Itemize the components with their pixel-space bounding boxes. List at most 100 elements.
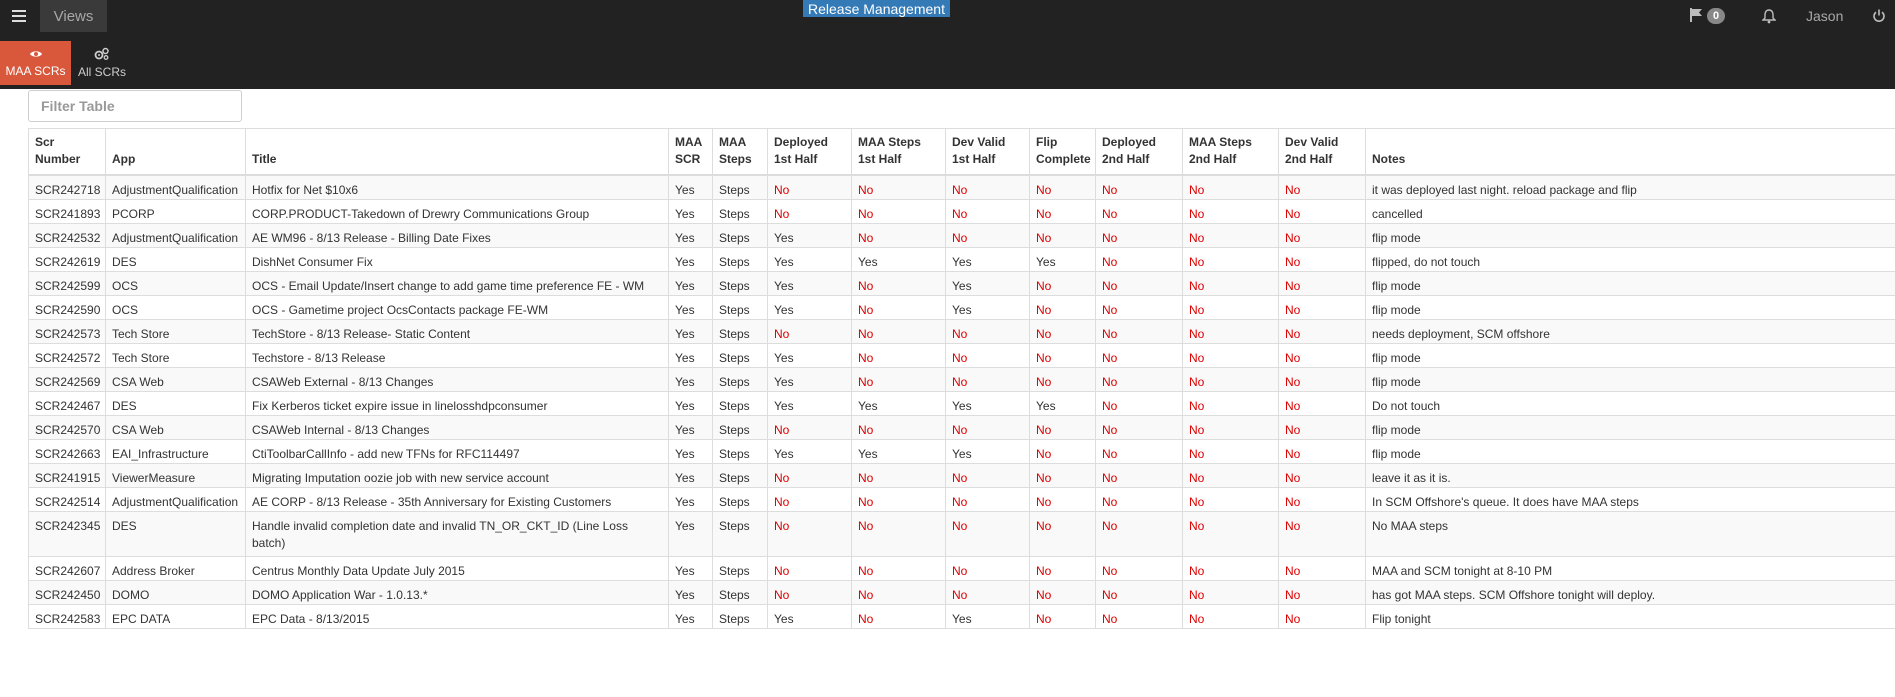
table-cell: Yes [945, 439, 1030, 464]
table-row[interactable]: SCR242718 AdjustmentQualification Hotfix f… [28, 174, 1895, 200]
table-cell: flipped, do not touch [1365, 247, 1895, 272]
table-cell: SCR242607 [28, 556, 106, 581]
table-row[interactable]: SCR242532 AdjustmentQualification AE WM96 … [28, 223, 1895, 248]
table-cell: No [851, 463, 946, 488]
bell-icon[interactable] [1761, 6, 1777, 26]
table-cell: No [1095, 343, 1183, 368]
table-cell: No [1182, 367, 1279, 392]
table-cell: No [851, 604, 946, 629]
table-row[interactable]: SCR242573 Tech Store TechStore - 8/13 Rele… [28, 319, 1895, 344]
table-cell: Address Broker [105, 556, 246, 581]
hamburger-menu-icon[interactable] [0, 0, 38, 32]
table-row[interactable]: SCR242583 EPC DATA EPC Data - 8/13/2015 Yes… [28, 604, 1895, 629]
table-cell: No [1095, 463, 1183, 488]
table-row[interactable]: SCR242467 DES Fix Kerberos ticket expire i… [28, 391, 1895, 416]
column-header[interactable]: MAA Steps 2nd Half [1182, 128, 1279, 176]
eye-icon [29, 48, 43, 62]
column-header[interactable]: Title [245, 128, 669, 176]
table-cell: Yes [668, 223, 713, 248]
table-cell: Yes [668, 295, 713, 320]
table-row[interactable]: SCR242569 CSA Web CSAWeb External - 8/13 C… [28, 367, 1895, 392]
table-cell: Yes [767, 295, 852, 320]
tab-all-scrs[interactable]: All SCRs [72, 41, 132, 85]
table-cell: No [1278, 174, 1366, 200]
table-cell: OCS - Gametime project OcsContacts packa… [245, 295, 669, 320]
table-cell: Steps [712, 391, 768, 416]
table-cell: No [1278, 319, 1366, 344]
table-cell: No [1095, 415, 1183, 440]
table-cell: No [1182, 319, 1279, 344]
table-cell: EPC DATA [105, 604, 246, 629]
column-header[interactable]: MAA SCR [668, 128, 713, 176]
table-cell: Yes [668, 271, 713, 296]
table-cell: flip mode [1365, 295, 1895, 320]
column-header[interactable]: Notes [1365, 128, 1895, 176]
table-cell: No [851, 343, 946, 368]
column-header[interactable]: Dev Valid 1st Half [945, 128, 1030, 176]
table-cell: No [767, 556, 852, 581]
table-cell: Steps [712, 367, 768, 392]
filter-table-input[interactable] [28, 90, 242, 122]
table-cell: flip mode [1365, 271, 1895, 296]
table-cell: No [1095, 295, 1183, 320]
table-cell: No [945, 199, 1030, 224]
table-cell: SCR242573 [28, 319, 106, 344]
table-cell: Yes [668, 174, 713, 200]
table-cell: SCR242467 [28, 391, 106, 416]
column-header[interactable]: MAA Steps [712, 128, 768, 176]
table-row[interactable]: SCR242570 CSA Web CSAWeb Internal - 8/13 C… [28, 415, 1895, 440]
table-cell: No [1278, 604, 1366, 629]
table-cell: No [1029, 556, 1096, 581]
table-row[interactable]: SCR242572 Tech Store Techstore - 8/13 Rele… [28, 343, 1895, 368]
column-header[interactable]: Scr Number [28, 128, 106, 176]
table-row[interactable]: SCR242619 DES DishNet Consumer Fix Yes Steps… [28, 247, 1895, 272]
table-cell: No [1095, 319, 1183, 344]
table-cell: No [1029, 343, 1096, 368]
column-header[interactable]: Dev Valid 2nd Half [1278, 128, 1366, 176]
table-row[interactable]: SCR242590 OCS OCS - Gametime project OcsCo… [28, 295, 1895, 320]
table-cell: DES [105, 511, 246, 557]
table-row[interactable]: SCR241893 PCORP CORP.PRODUCT-Takedown of D… [28, 199, 1895, 224]
column-header[interactable]: App [105, 128, 246, 176]
views-menu[interactable]: Views [40, 0, 107, 32]
table-cell: No [851, 415, 946, 440]
table-row[interactable]: SCR242345 DES Handle invalid completion da… [28, 511, 1895, 557]
gears-icon [94, 47, 110, 63]
table-cell: SCR242569 [28, 367, 106, 392]
table-cell: OCS [105, 295, 246, 320]
table-cell: No [945, 415, 1030, 440]
flag-notifications[interactable]: 0 [1690, 6, 1725, 26]
table-cell: No [767, 463, 852, 488]
column-header[interactable]: MAA Steps 1st Half [851, 128, 946, 176]
table-cell: Yes [945, 604, 1030, 629]
column-header[interactable]: Flip Complete [1029, 128, 1096, 176]
table-cell: No [1095, 487, 1183, 512]
table-row[interactable]: SCR242663 EAI_Infrastructure CtiToolbarCal… [28, 439, 1895, 464]
user-name[interactable]: Jason [1806, 6, 1843, 26]
table-cell: Centrus Monthly Data Update July 2015 [245, 556, 669, 581]
table-cell: MAA and SCM tonight at 8-10 PM [1365, 556, 1895, 581]
table-cell: Steps [712, 487, 768, 512]
table-row[interactable]: SCR242607 Address Broker Centrus Monthly D… [28, 556, 1895, 581]
table-cell: flip mode [1365, 439, 1895, 464]
table-cell: Yes [668, 604, 713, 629]
table-cell: No [1095, 223, 1183, 248]
table-cell: No [1182, 223, 1279, 248]
column-header[interactable]: Deployed 2nd Half [1095, 128, 1183, 176]
table-cell: No [1278, 463, 1366, 488]
table-row[interactable]: SCR242450 DOMO DOMO Application War - 1.0.… [28, 580, 1895, 605]
table-row[interactable]: SCR242599 OCS OCS - Email Update/Insert ch… [28, 271, 1895, 296]
table-cell: No [1029, 223, 1096, 248]
table-cell: No [1029, 319, 1096, 344]
table-cell: No [1029, 415, 1096, 440]
table-cell: Yes [668, 556, 713, 581]
tab-maa-scrs[interactable]: MAA SCRs [0, 41, 71, 85]
table-cell: Yes [767, 604, 852, 629]
power-icon[interactable] [1871, 6, 1887, 26]
table-cell: No [1278, 391, 1366, 416]
table-cell: No [1278, 415, 1366, 440]
table-row[interactable]: SCR242514 AdjustmentQualification AE CORP … [28, 487, 1895, 512]
table-row[interactable]: SCR241915 ViewerMeasure Migrating Imputati… [28, 463, 1895, 488]
column-header[interactable]: Deployed 1st Half [767, 128, 852, 176]
table-cell: No [1278, 556, 1366, 581]
